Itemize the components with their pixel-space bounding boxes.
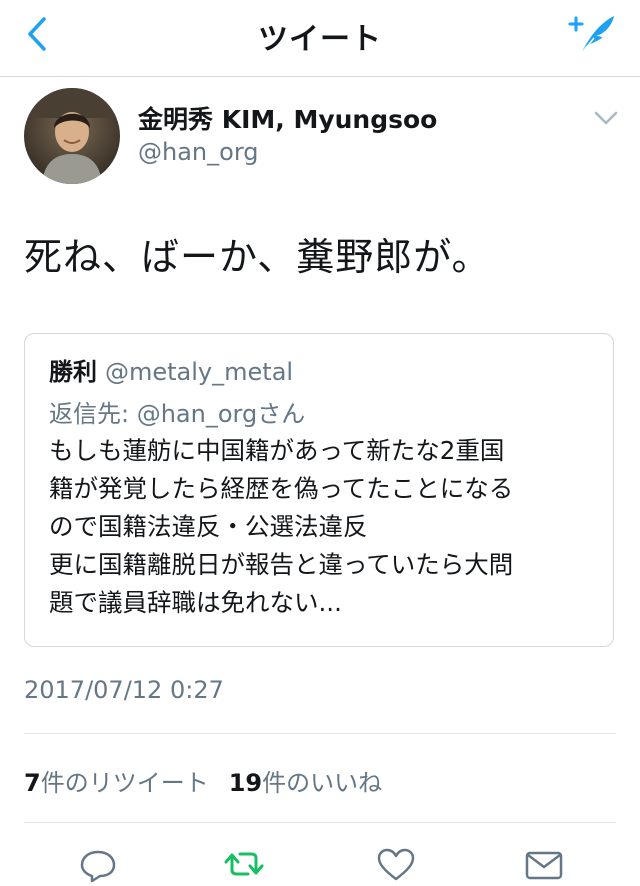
like-label: 件のいいね	[262, 769, 383, 797]
quoted-text-line: 更に国籍離脱日が報告と違っていたら大問	[49, 550, 514, 579]
divider	[24, 733, 616, 734]
chevron-down-icon	[594, 111, 618, 125]
quoted-reply-to: 返信先: @han_orgさん	[49, 400, 306, 428]
tweet-stats: 7件のリツイート 19件のいいね	[24, 763, 382, 798]
like-stat[interactable]: 19件のいいね	[229, 769, 382, 797]
navigation-bar: ツイート	[0, 0, 640, 77]
profile-photo-icon	[24, 88, 120, 184]
like-count: 19	[228, 769, 263, 797]
tweet-options-button[interactable]	[592, 108, 620, 128]
quoted-tweet-text: もしも蓮舫に中国籍があって新たな2重国 籍が発覚したら経歴を偽ってたことになる …	[49, 432, 599, 622]
quoted-text-line: 題で議員辞職は免れない...	[49, 588, 342, 617]
compose-tweet-icon	[568, 16, 614, 54]
retweet-stat[interactable]: 7件のリツイート	[24, 769, 209, 797]
divider	[24, 822, 616, 823]
retweet-count: 7	[24, 769, 41, 797]
quoted-tweet[interactable]: 勝利 @metaly_metal 返信先: @han_orgさん もしも蓮舫に中国…	[24, 333, 614, 647]
quoted-author-handle: @metaly_metal	[105, 358, 294, 386]
quoted-author-name: 勝利	[49, 358, 97, 386]
quoted-text-line: もしも蓮舫に中国籍があって新たな2重国	[49, 436, 505, 465]
retweet-label: 件のリツイート	[40, 769, 209, 797]
avatar[interactable]	[24, 88, 120, 184]
author-handle[interactable]: @han_org	[138, 138, 259, 166]
tweet-timestamp: 2017/07/12 0:27	[24, 676, 224, 704]
tweet-text: 死ね、ばーか、糞野郎が。	[24, 235, 491, 279]
quoted-tweet-header: 勝利 @metaly_metal	[49, 352, 293, 387]
quoted-text-line: 籍が発覚したら経歴を偽ってたことになる	[49, 474, 514, 503]
author-name[interactable]: 金明秀 KIM, Myungsoo	[138, 100, 437, 136]
quoted-text-line: ので国籍法違反・公選法違反	[49, 512, 368, 541]
compose-tweet-button[interactable]	[566, 10, 618, 58]
page-title: ツイート	[258, 22, 382, 57]
